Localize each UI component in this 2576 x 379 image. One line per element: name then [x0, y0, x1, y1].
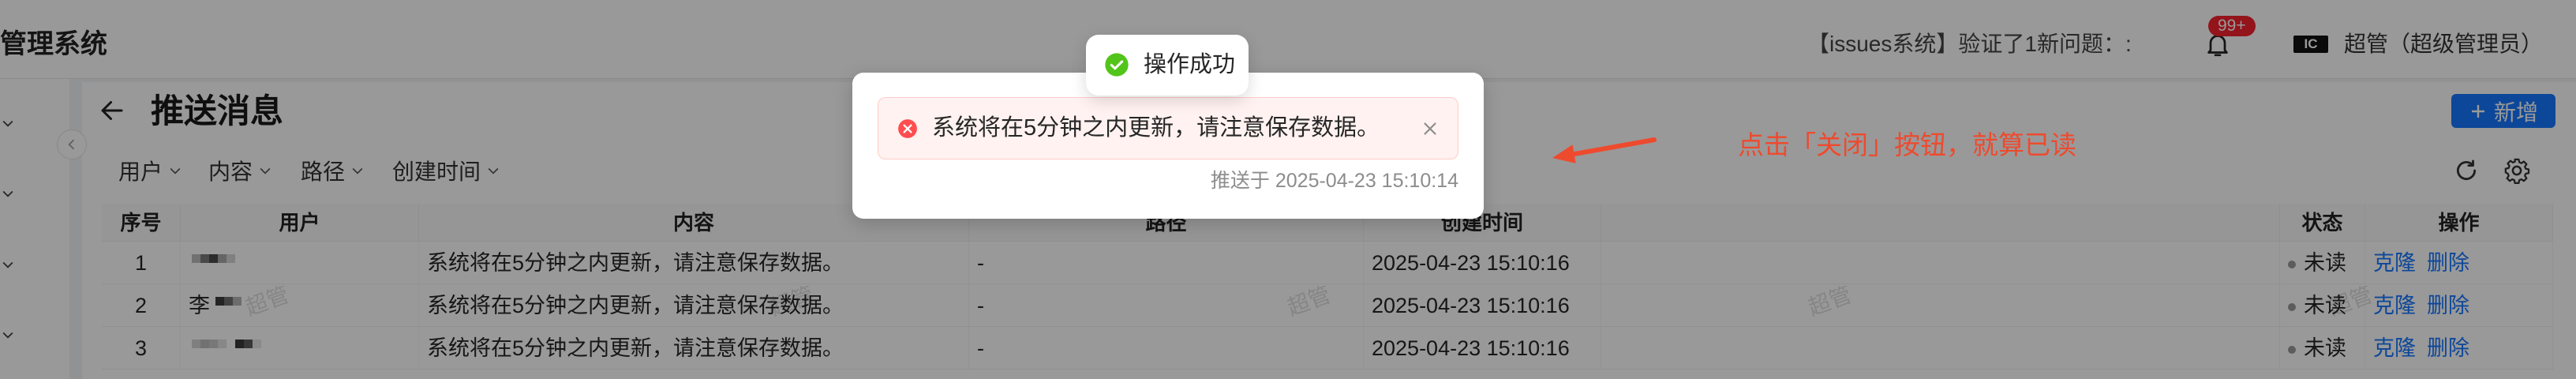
close-icon[interactable] — [1420, 118, 1440, 139]
error-circle-icon — [897, 118, 918, 139]
success-toast: 操作成功 — [1086, 35, 1249, 96]
annotation-arrow — [1539, 126, 1665, 174]
message-content: 系统将在5分钟之内更新，请注意保存数据。 — [932, 115, 1380, 141]
annotation-text: 点击「关闭」按钮，就算已读 — [1738, 130, 2076, 159]
check-circle-icon — [1104, 52, 1129, 77]
message-alert: 系统将在5分钟之内更新，请注意保存数据。 — [878, 97, 1458, 159]
pushed-at-text: 推送于 2025-04-23 15:10:14 — [1210, 170, 1458, 192]
toast-text: 操作成功 — [1144, 52, 1236, 77]
